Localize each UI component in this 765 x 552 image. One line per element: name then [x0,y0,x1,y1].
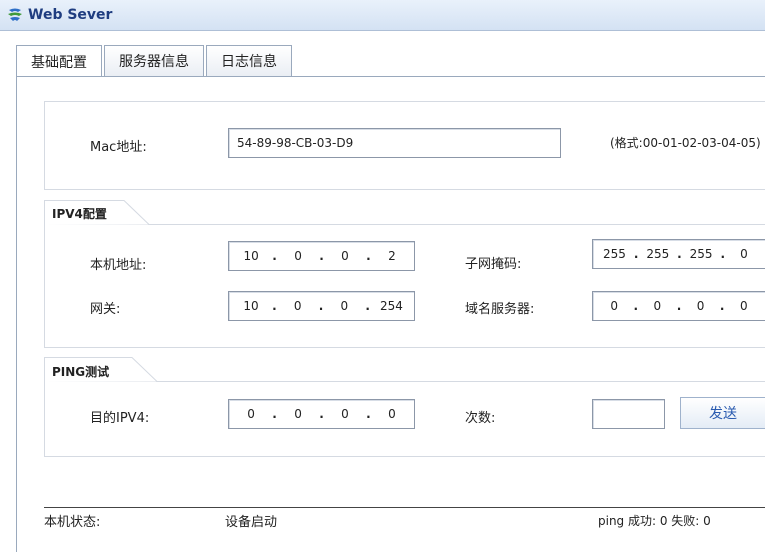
dns-server-input[interactable]: 0. 0. 0. 0 [592,291,765,321]
mac-format-hint: (格式:00-01-02-03-04-05) [610,136,761,150]
tab-panel-left-border [16,76,17,552]
ip-octet: 255 [602,247,626,261]
tab-log-info[interactable]: 日志信息 [206,45,292,76]
ip-octet: 254 [379,299,403,313]
mac-input[interactable]: 54-89-98-CB-03-D9 [228,128,561,158]
ip-octet: 0 [294,407,302,421]
ip-octet: 0 [340,299,349,313]
send-button[interactable]: 发送 [680,397,765,429]
status-value: 设备启动 [225,515,278,530]
ip-octet: 0 [293,299,302,313]
app-icon [4,4,26,26]
ping-group-title: PING测试 [52,365,110,379]
status-divider [44,507,765,508]
ip-octet: 255 [689,247,713,261]
ip-octet: 0 [653,299,662,313]
ip-octet: 0 [388,407,396,421]
ip-octet: 0 [247,407,255,421]
ipv4-group-title: IPV4配置 [52,207,107,221]
ip-octet: 2 [388,249,396,263]
gateway-label: 网关: [90,302,121,317]
mac-label: Mac地址: [90,140,147,155]
tab-panel-top-border [16,76,765,77]
ip-octet: 0 [341,407,349,421]
tab-server-info[interactable]: 服务器信息 [104,45,204,76]
ip-octet: 0 [696,299,705,313]
subnet-mask-label: 子网掩码: [465,257,522,272]
host-ip-label: 本机地址: [90,258,147,273]
window-title: Web Sever [28,7,113,23]
tab-bar: 基础配置 服务器信息 日志信息 [16,45,294,77]
ping-target-input[interactable]: 0. 0. 0. 0 [228,399,415,429]
ping-count-label: 次数: [465,411,496,426]
ip-octet: 0 [740,247,748,261]
dns-server-label: 域名服务器: [465,302,535,317]
ping-target-label: 目的IPV4: [90,411,150,426]
ip-octet: 255 [646,247,670,261]
ip-octet: 0 [294,249,302,263]
ip-octet: 0 [341,249,349,263]
ip-octet: 10 [243,299,259,313]
status-label: 本机状态: [44,515,101,530]
ping-result-text: ping 成功: 0 失败: 0 [598,514,711,528]
subnet-mask-input[interactable]: 255. 255. 255. 0 [592,239,765,269]
ip-octet: 0 [739,299,748,313]
ip-octet: 0 [610,299,618,313]
host-ip-input[interactable]: 10. 0. 0. 2 [228,241,415,271]
mac-value: 54-89-98-CB-03-D9 [237,136,354,150]
title-bar: Web Sever [0,0,765,31]
gateway-input[interactable]: 10. 0. 0. 254 [228,291,415,321]
tab-basic-config[interactable]: 基础配置 [16,45,102,77]
ip-octet: 10 [243,249,259,263]
ping-count-input[interactable] [592,399,665,429]
